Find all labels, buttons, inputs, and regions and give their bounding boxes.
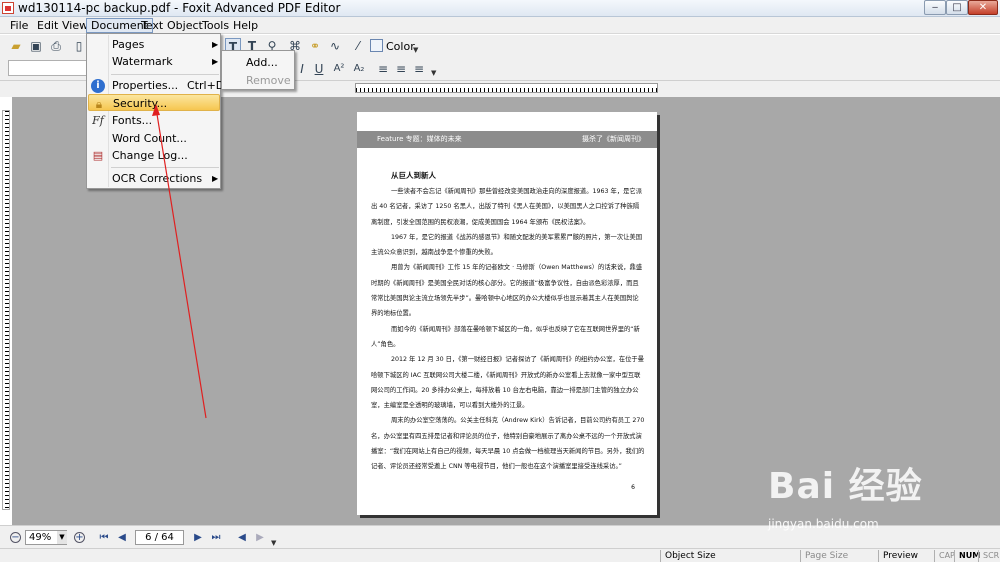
superscript-icon[interactable]: A² xyxy=(331,61,347,77)
scroll-lock-indicator: SCRL xyxy=(978,550,1000,562)
lock-icon: 🔒︎ xyxy=(95,97,103,111)
page-header-right: 摄杀了《新闻周刊》 xyxy=(582,135,645,143)
history-dropdown-icon[interactable]: ▼ xyxy=(271,539,276,547)
last-page-icon[interactable]: ⏭ xyxy=(210,531,222,544)
color-label[interactable]: Color xyxy=(386,40,415,53)
save-icon[interactable]: ▣ xyxy=(28,38,44,54)
num-lock-indicator: NUM xyxy=(954,550,980,562)
new-page-icon[interactable]: ▯ xyxy=(71,38,87,54)
menu-item-label: Fonts... xyxy=(112,114,153,127)
preview-label: Preview xyxy=(878,550,934,562)
font-icon: Ff xyxy=(92,114,104,127)
status-bar: Object Size Page Size Preview CAP NUM SC… xyxy=(0,548,1000,562)
page-header: Feature 专题：媒体的未来 摄杀了《新闻周刊》 xyxy=(357,131,657,148)
page-body: 从巨人到新人 一些读者不会忘记《新闻周刊》那些曾经改变美国政治走向的深度报道。1… xyxy=(371,168,645,475)
menu-item-label: Pages xyxy=(112,38,145,51)
window-title: wd130114-pc backup.pdf - Foxit Advanced … xyxy=(18,1,341,15)
menu-item-ocr-corrections[interactable]: OCR Corrections ▶ xyxy=(88,170,220,187)
align-dropdown-icon[interactable]: ▼ xyxy=(431,69,436,77)
close-button[interactable]: ✕ xyxy=(968,0,998,15)
paragraph: 1967 年，是它的报道《战苏的感恩节》和随文配发的美军累累尸骸的照片，第一次让… xyxy=(371,233,643,257)
submenu-arrow-icon: ▶ xyxy=(212,174,219,183)
menu-bar: File Edit View Document Text Object Tool… xyxy=(0,17,1000,34)
info-icon: i xyxy=(91,79,105,93)
submenu-arrow-icon: ▶ xyxy=(212,40,219,49)
menu-item-label: Word Count... xyxy=(112,132,187,145)
subscript-icon[interactable]: A₂ xyxy=(351,61,367,77)
menu-item-watermark[interactable]: Watermark ▶ xyxy=(88,53,220,70)
forward-icon[interactable]: ▶ xyxy=(254,531,266,544)
zoom-in-icon[interactable]: + xyxy=(74,532,85,543)
align-left-icon[interactable]: ≡ xyxy=(375,61,391,77)
color-swatch[interactable] xyxy=(370,39,383,52)
previous-page-icon[interactable]: ◀ xyxy=(116,531,128,544)
font-name-input[interactable] xyxy=(8,60,88,76)
watermark-url: jingyan.baidu.com xyxy=(768,517,879,531)
zoom-out-icon[interactable]: − xyxy=(10,532,21,543)
path-tool-icon[interactable]: ∿ xyxy=(327,38,343,54)
menu-separator xyxy=(111,167,219,168)
menu-item-pages[interactable]: Pages ▶ xyxy=(88,36,220,53)
menu-item-label: Security... xyxy=(113,97,168,110)
eyedropper-icon[interactable]: ⁄ xyxy=(350,38,366,54)
paragraph: 用曾为《新闻周刊》工作 15 年的记者欧文 · 马修斯（Owen Matthew… xyxy=(371,264,643,318)
baidu-watermark: Bai 经验 jingyan.baidu.com xyxy=(760,452,990,542)
menu-file[interactable]: File xyxy=(6,18,32,33)
align-center-icon[interactable]: ≡ xyxy=(393,61,409,77)
back-icon[interactable]: ◀ xyxy=(236,531,248,544)
vertical-ruler xyxy=(2,110,10,510)
watermark-submenu: Add... Remove xyxy=(221,50,295,90)
paragraph: 2012 年 12 月 30 日，《第一财经日报》记者探访了《新闻周刊》的纽约办… xyxy=(371,356,645,410)
change-log-icon: ▤ xyxy=(92,149,104,162)
menu-separator xyxy=(111,74,219,75)
menu-item-change-log[interactable]: ▤ Change Log... xyxy=(88,147,220,164)
paragraph: 而如今的《新闻周刊》部落在曼哈顿下城区的一角，似乎也反映了它在互联网世界里的“新… xyxy=(371,325,640,348)
app-icon xyxy=(2,2,14,14)
first-page-icon[interactable]: ⏮ xyxy=(98,531,110,544)
horizontal-ruler xyxy=(355,83,658,93)
object-size-label: Object Size xyxy=(660,550,800,562)
menu-tools[interactable]: Tools xyxy=(198,18,233,33)
menu-item-shortcut: Ctrl+D xyxy=(187,79,225,92)
document-menu: Pages ▶ Watermark ▶ i Properties... Ctrl… xyxy=(86,33,224,189)
align-right-icon[interactable]: ≡ xyxy=(411,61,427,77)
page-number: 6 xyxy=(631,484,635,491)
menu-item-label: Change Log... xyxy=(112,149,188,162)
menu-item-word-count[interactable]: Word Count... xyxy=(88,130,220,147)
caps-lock-indicator: CAP xyxy=(934,550,955,562)
article-headline: 从巨人到新人 xyxy=(391,171,436,180)
color-dropdown-icon[interactable]: ▼ xyxy=(413,46,418,54)
menu-item-label: OCR Corrections xyxy=(112,172,203,185)
menu-item-label: Watermark xyxy=(112,55,173,68)
submenu-arrow-icon: ▶ xyxy=(212,57,219,66)
menu-item-label: Properties... xyxy=(112,79,179,92)
page-header-left: Feature 专题：媒体的未来 xyxy=(377,135,462,143)
maximize-button[interactable]: □ xyxy=(946,0,968,15)
pdf-page[interactable]: Feature 专题：媒体的未来 摄杀了《新闻周刊》 从巨人到新人 一些读者不会… xyxy=(357,112,657,515)
submenu-item-add[interactable]: Add... xyxy=(246,56,278,69)
italic-icon[interactable]: I xyxy=(294,61,310,77)
print-icon[interactable]: ⎙ xyxy=(48,38,64,54)
minimize-button[interactable]: ‒ xyxy=(924,0,946,15)
page-number-input[interactable]: 6 / 64 xyxy=(135,530,184,545)
title-bar: wd130114-pc backup.pdf - Foxit Advanced … xyxy=(0,0,1000,17)
menu-item-properties[interactable]: i Properties... Ctrl+D xyxy=(88,77,224,94)
link-tool-icon[interactable]: ⚭ xyxy=(307,38,323,54)
watermark-brand: Bai 经验 xyxy=(768,466,923,507)
submenu-item-remove: Remove xyxy=(246,74,291,87)
menu-item-fonts[interactable]: Ff Fonts... xyxy=(88,112,220,129)
underline-icon[interactable]: U xyxy=(311,61,327,77)
menu-help[interactable]: Help xyxy=(229,18,262,33)
menu-item-security[interactable]: 🔒︎ Security... xyxy=(88,94,220,111)
open-icon[interactable]: ▰ xyxy=(8,38,24,54)
next-page-icon[interactable]: ▶ xyxy=(192,531,204,544)
paragraph: 一些读者不会忘记《新闻周刊》那些曾经改变美国政治走向的深度报道。1963 年，是… xyxy=(371,188,643,226)
zoom-dropdown-icon[interactable]: ▼ xyxy=(57,531,67,544)
paragraph: 周末的办公室空荡荡的。公关主任科克（Andrew Kirk）告诉记者，目前公司约… xyxy=(371,417,645,471)
page-size-label: Page Size xyxy=(800,550,878,562)
